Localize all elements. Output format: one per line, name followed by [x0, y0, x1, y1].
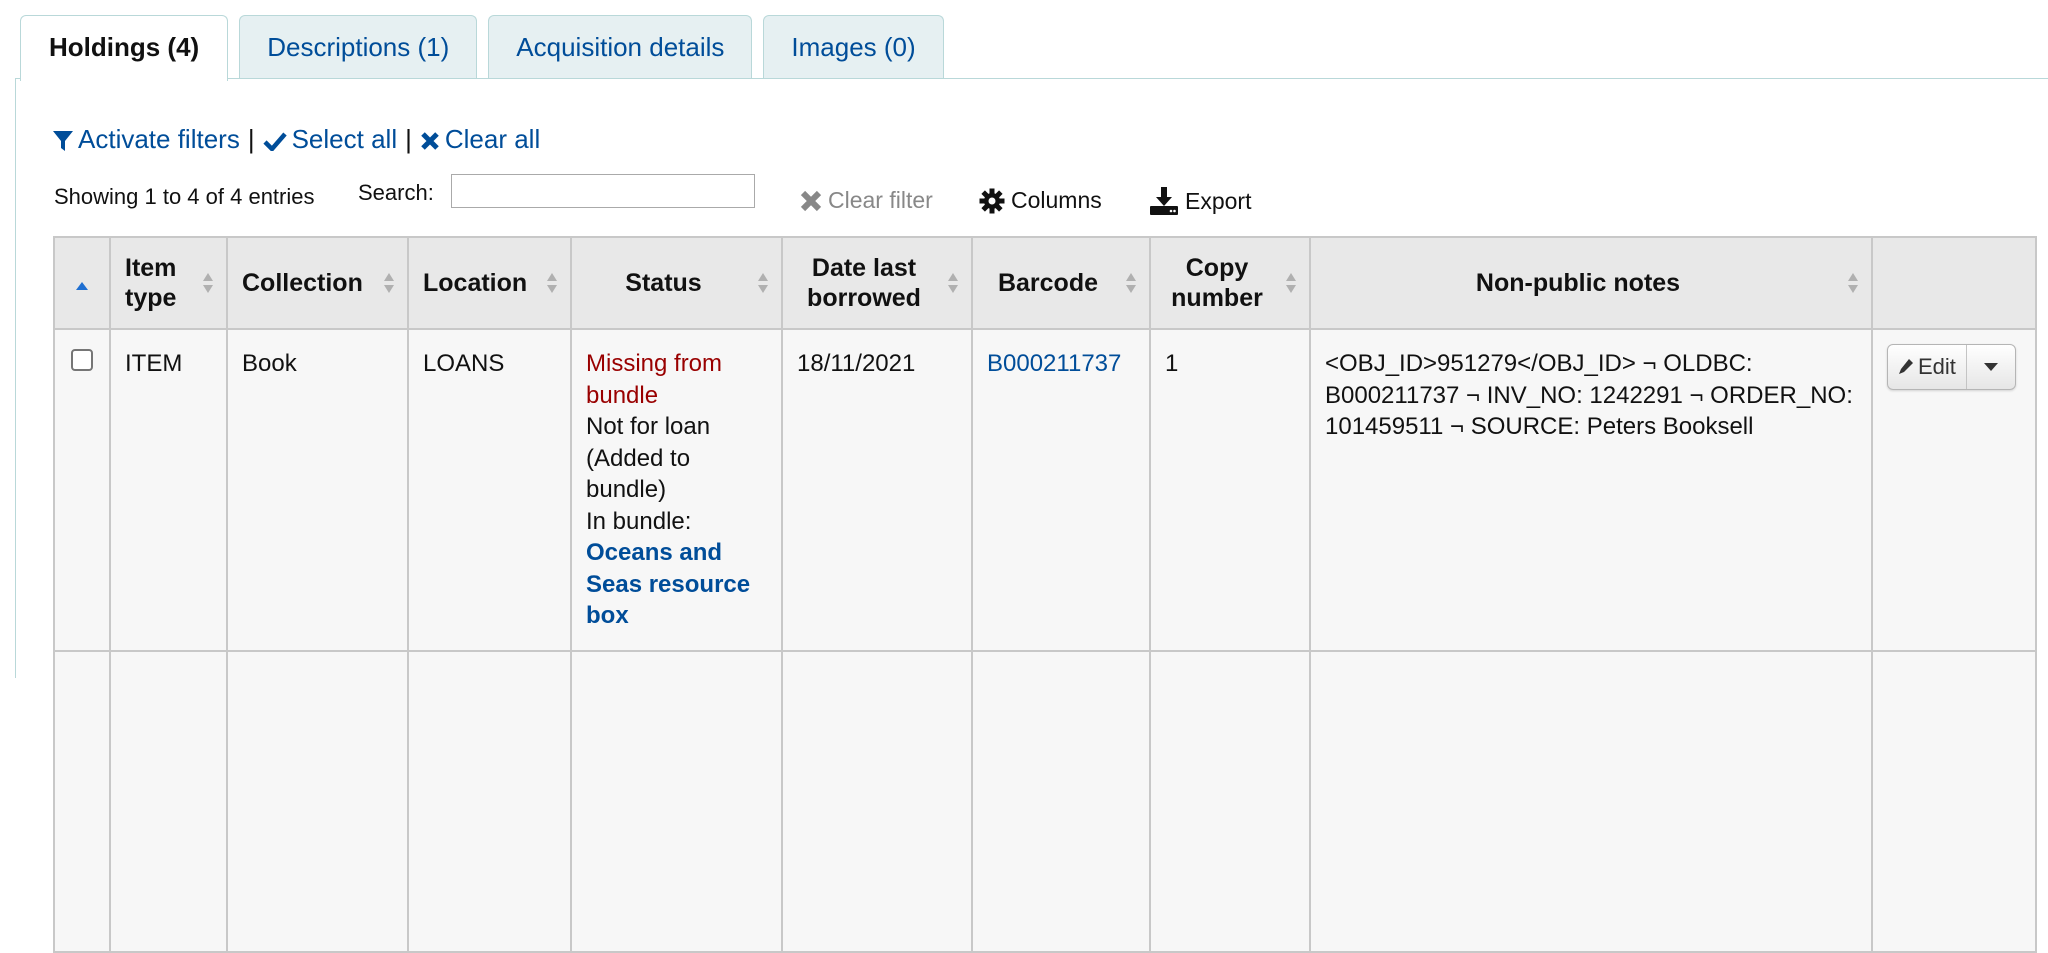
table-cell [109, 649, 228, 953]
column-header-nonpublic-notes[interactable]: Non-public notes [1309, 236, 1873, 330]
columns-button[interactable]: Columns [979, 187, 1102, 214]
column-header-label: Non-public notes [1475, 269, 1681, 297]
clear-all-label: Clear all [444, 124, 541, 154]
copy-number-cell: 1 [1149, 328, 1311, 652]
table-row [53, 649, 2037, 953]
barcode-cell: B000211737 [971, 328, 1151, 652]
clear-all-link[interactable]: Clear all [420, 124, 540, 155]
column-header-item-type[interactable]: Item type [109, 236, 228, 330]
caret-down-icon [1983, 362, 1998, 371]
search-input[interactable] [451, 174, 755, 208]
column-header-barcode[interactable]: Barcode [971, 236, 1151, 330]
gear-icon [979, 188, 1005, 213]
table-cell [570, 649, 783, 953]
download-icon [1150, 187, 1178, 215]
date-last-borrowed-cell: 18/11/2021 [781, 328, 973, 652]
item-type-cell: ITEM [109, 328, 228, 652]
sort-icon [547, 273, 557, 293]
status-cell: Missing from bundle Not for loan (Added … [570, 328, 783, 652]
table-info: Showing 1 to 4 of 4 entries [54, 184, 315, 209]
separator: | [405, 124, 412, 154]
column-header-label: Copy number [1171, 254, 1263, 312]
barcode-link[interactable]: B000211737 [987, 350, 1121, 377]
column-header-actions [1871, 236, 2037, 330]
edit-dropdown-toggle[interactable] [1967, 345, 2015, 389]
clear-filter-button[interactable]: Clear filter [800, 187, 933, 214]
sort-icon [1126, 273, 1136, 293]
table-cell [407, 649, 572, 953]
edit-label: Edit [1918, 354, 1956, 380]
export-button[interactable]: Export [1149, 187, 1251, 215]
table-cell [1871, 649, 2037, 953]
filter-icon [53, 131, 73, 152]
select-all-label: Select all [291, 124, 398, 154]
actions-cell: Edit [1871, 328, 2037, 652]
tab-bar: Holdings (4) Descriptions (1) Acquisitio… [20, 15, 955, 81]
sort-icon [758, 273, 768, 293]
edit-button[interactable]: Edit [1888, 345, 1967, 389]
column-header-copy-number[interactable]: Copy number [1149, 236, 1311, 330]
table-header-row: Item type Collection Location Status Dat… [53, 236, 2037, 330]
sort-ascending-icon [76, 282, 88, 290]
table-cell [971, 649, 1151, 953]
sort-icon [948, 273, 958, 293]
column-header-location[interactable]: Location [407, 236, 572, 330]
table-cell [1309, 649, 1873, 953]
table-row: ITEM Book LOANS Missing from bundle Not … [53, 328, 2037, 652]
select-all-link[interactable]: Select all [263, 124, 398, 155]
check-icon [263, 132, 287, 153]
table-cell [1149, 649, 1311, 953]
column-header-select[interactable] [53, 236, 111, 330]
column-header-label: Status [625, 269, 702, 297]
export-label: Export [1185, 187, 1252, 214]
column-header-date-last-borrowed[interactable]: Date last borrowed [781, 236, 973, 330]
tab-images[interactable]: Images (0) [763, 15, 944, 79]
selection-links: Activate filters | Select all | Clear al… [53, 124, 540, 155]
sort-icon [1286, 273, 1296, 293]
x-icon [421, 132, 439, 150]
table-cell [53, 649, 111, 953]
holdings-table: Item type Collection Location Status Dat… [53, 236, 2037, 953]
search-label: Search: [358, 180, 434, 205]
status-in-bundle-label: In bundle: [586, 507, 692, 535]
activate-filters-link[interactable]: Activate filters [53, 124, 240, 155]
tab-holdings[interactable]: Holdings (4) [20, 15, 229, 81]
column-header-status[interactable]: Status [570, 236, 783, 330]
sort-icon [384, 273, 394, 293]
status-not-for-loan: Not for loan (Added to bundle) [586, 413, 711, 503]
table-cell [226, 649, 409, 953]
column-header-label: Barcode [997, 269, 1099, 297]
table-cell [781, 649, 973, 953]
location-cell: LOANS [407, 328, 572, 652]
columns-label: Columns [1011, 187, 1102, 213]
edit-button-group: Edit [1887, 344, 2016, 390]
column-header-collection[interactable]: Collection [226, 236, 409, 330]
sort-icon [203, 273, 213, 293]
column-header-label: Item type [125, 254, 177, 312]
activate-filters-label: Activate filters [78, 124, 240, 154]
collection-cell: Book [226, 328, 409, 652]
row-checkbox[interactable] [71, 349, 93, 371]
x-icon [800, 190, 822, 211]
select-cell [53, 328, 111, 652]
tab-acquisition-details[interactable]: Acquisition details [488, 15, 753, 79]
column-header-label: Date last borrowed [807, 254, 921, 312]
column-header-label: Location [423, 269, 528, 297]
sort-icon [1848, 273, 1858, 293]
pencil-icon [1899, 359, 1913, 374]
status-missing: Missing from bundle [586, 350, 723, 409]
tab-descriptions[interactable]: Descriptions (1) [239, 15, 478, 79]
nonpublic-notes-cell: <OBJ_ID>951279</OBJ_ID> ¬ OLDBC: B000211… [1309, 328, 1873, 652]
column-header-label: Collection [242, 269, 363, 297]
bundle-link[interactable]: Oceans and Seas resource box [586, 539, 750, 629]
clear-filter-label: Clear filter [828, 187, 933, 213]
separator: | [247, 124, 255, 154]
